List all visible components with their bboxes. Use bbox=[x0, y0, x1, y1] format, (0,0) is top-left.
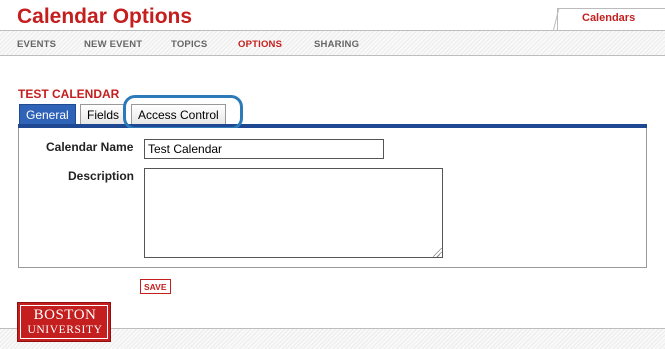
nav-item-new-event[interactable]: NEW EVENT bbox=[84, 39, 142, 50]
calendars-link[interactable]: Calendars bbox=[582, 12, 635, 24]
tab-fields[interactable]: Fields bbox=[80, 104, 127, 125]
access-control-highlight bbox=[123, 95, 243, 130]
tab-general[interactable]: General bbox=[19, 104, 76, 125]
logo-line-university: UNIVERSITY bbox=[27, 324, 103, 336]
boston-university-logo: BOSTON UNIVERSITY bbox=[17, 302, 111, 342]
save-button[interactable]: SAVE bbox=[140, 279, 171, 294]
page-title: Calendar Options bbox=[17, 5, 193, 28]
nav-item-events[interactable]: EVENTS bbox=[17, 39, 56, 50]
nav-item-sharing[interactable]: SHARING bbox=[314, 39, 359, 50]
calendar-name-label: Calendar Name bbox=[46, 140, 134, 154]
logo-line-boston: BOSTON bbox=[33, 307, 97, 323]
description-label: Description bbox=[68, 169, 135, 183]
description-textarea[interactable] bbox=[144, 168, 443, 258]
calendar-name-input[interactable] bbox=[144, 139, 384, 159]
logo-frame: BOSTON UNIVERSITY bbox=[20, 305, 108, 339]
nav-item-topics[interactable]: TOPICS bbox=[171, 39, 207, 50]
nav-bar: EVENTS NEW EVENT TOPICS OPTIONS SHARING bbox=[0, 30, 665, 56]
nav-item-options[interactable]: OPTIONS bbox=[238, 39, 282, 50]
calendar-heading: TEST CALENDAR bbox=[18, 87, 120, 101]
textarea-resize-grip[interactable] bbox=[433, 248, 442, 257]
